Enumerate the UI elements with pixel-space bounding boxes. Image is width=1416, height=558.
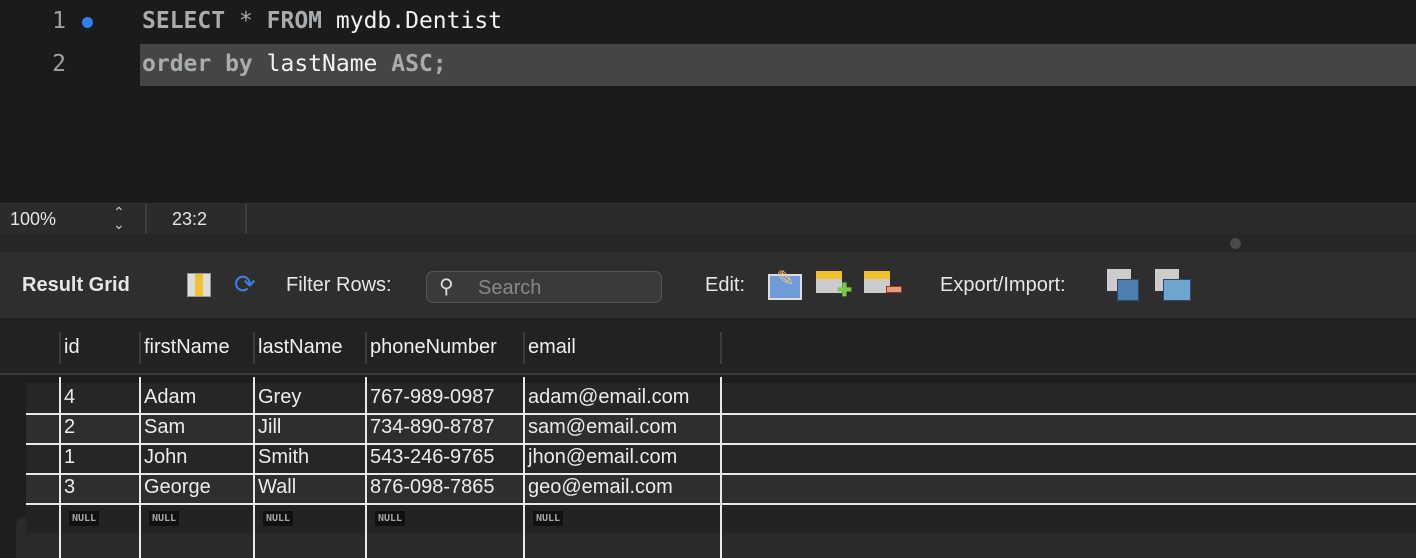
column-line [365,377,367,558]
line-number: 1 [52,8,66,34]
keyword: ASC; [391,51,447,77]
null-cell-email[interactable]: NULL [533,511,564,526]
code-line-2[interactable]: order by lastName ASC; [142,51,447,77]
null-cell-firstname[interactable]: NULL [149,511,180,526]
column-separator [523,332,525,364]
column-separator [253,332,255,364]
cell-email[interactable]: jhon@email.com [528,446,677,469]
filter-search-input[interactable]: ⚲ Search [426,271,662,303]
column-header-email[interactable]: email [528,336,576,359]
line-number: 2 [52,51,66,77]
operator: * [225,8,267,34]
filter-rows-label: Filter Rows: [286,274,392,296]
cell-firstname[interactable]: George [144,476,211,499]
null-cell-phonenumber[interactable]: NULL [375,511,406,526]
column-header-phonenumber[interactable]: phoneNumber [370,336,497,359]
cell-lastname[interactable]: Jill [258,416,281,439]
column-separator [59,332,61,364]
edit-label: Edit: [705,274,746,296]
keyword: SELECT [142,8,226,34]
cell-phonenumber[interactable]: 734-890-8787 [370,416,495,439]
column-header-lastname[interactable]: lastName [258,336,342,359]
null-cell-lastname[interactable]: NULL [263,511,294,526]
column-separator [365,332,367,364]
cell-email[interactable]: sam@email.com [528,416,677,439]
statement-marker-icon [82,17,93,28]
zoom-stepper-icon[interactable]: ⌃ ⌄ [113,205,125,231]
column-line [139,377,141,558]
search-placeholder: Search [478,277,542,299]
refresh-icon[interactable]: ⟳ [234,269,256,300]
cell-id[interactable]: 2 [64,416,75,439]
cursor-position: 23:2 [172,209,208,229]
cell-phonenumber[interactable]: 767-989-0987 [370,386,495,409]
keyword: FROM [266,8,323,34]
splitter-handle-icon[interactable] [1230,238,1241,249]
result-toolbar: Result Grid ⟳ Filter Rows: ⚲ Search Edit… [0,252,1416,318]
toggle-columns-icon[interactable] [187,273,211,297]
column-line [253,377,255,558]
zoom-level: 100% [10,209,57,229]
null-cell-id[interactable]: NULL [69,511,100,526]
export-import-label: Export/Import: [940,274,1066,296]
search-icon: ⚲ [439,276,454,298]
delete-row-icon[interactable] [864,271,902,293]
cell-id[interactable]: 1 [64,446,75,469]
keyword: order by [142,51,253,77]
cell-lastname[interactable]: Grey [258,386,301,409]
cell-id[interactable]: 3 [64,476,75,499]
cell-phonenumber[interactable]: 876-098-7865 [370,476,495,499]
cell-firstname[interactable]: Sam [144,416,185,439]
cell-email[interactable]: adam@email.com [528,386,689,409]
editor-status-bar: 100% ⌃ ⌄ 23:2 [0,203,1416,235]
cell-phonenumber[interactable]: 543-246-9765 [370,446,495,469]
column-line [523,377,525,558]
edit-row-icon[interactable]: ✎ [768,266,802,300]
divider [245,204,247,235]
column-header-firstname[interactable]: firstName [144,336,230,359]
column-line [59,377,61,558]
cell-id[interactable]: 4 [64,386,75,409]
result-grid-label: Result Grid [22,274,130,296]
export-icon[interactable] [1107,269,1139,301]
grid-header: id firstName lastName phoneNumber email [0,320,1416,375]
result-grid[interactable]: 4 Adam Grey 767-989-0987 adam@email.com 2 Sam J… [0,377,1416,558]
column-separator [139,332,141,364]
divider [145,204,147,235]
cell-firstname[interactable]: John [144,446,187,469]
sql-editor[interactable]: 1 SELECT * FROM mydb.Dentist 2 order by … [0,0,1416,203]
cell-lastname[interactable]: Smith [258,446,309,469]
cell-email[interactable]: geo@email.com [528,476,673,499]
import-icon[interactable] [1155,269,1191,301]
column-line [720,377,722,558]
cell-lastname[interactable]: Wall [258,476,296,499]
identifier: lastName [252,51,392,77]
column-separator [720,332,722,364]
code-line-1[interactable]: SELECT * FROM mydb.Dentist [142,8,502,34]
identifier: mydb.Dentist [322,8,503,34]
cell-firstname[interactable]: Adam [144,386,196,409]
splitter[interactable] [0,234,1416,252]
column-header-id[interactable]: id [64,336,80,359]
insert-row-icon[interactable]: ✚ [816,271,852,300]
